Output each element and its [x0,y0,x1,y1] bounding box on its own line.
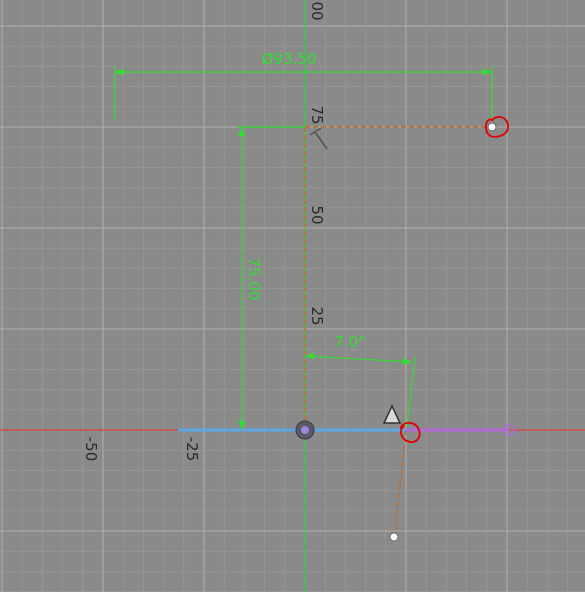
angle-dimension-label[interactable]: 7.0° [334,333,365,351]
diameter-dimension-label[interactable]: Ø93.50 [262,50,317,68]
y-tick-label: 25 [308,306,326,325]
canvas-background [0,0,585,592]
sketch-canvas[interactable]: Ø93.50 75.00 7.0° 00 75 50 25 -50 -25 [0,0,585,592]
origin-point-icon[interactable] [295,420,315,440]
top-right-point[interactable] [487,122,497,132]
x-tick-label: -50 [82,437,100,462]
y-tick-label: 50 [308,205,326,224]
bottom-point[interactable] [389,532,399,542]
y-tick-label: 00 [308,1,326,20]
height-dimension-label[interactable]: 75.00 [245,258,263,301]
x-tick-label: -25 [183,437,201,462]
y-tick-label: 75 [308,105,326,124]
